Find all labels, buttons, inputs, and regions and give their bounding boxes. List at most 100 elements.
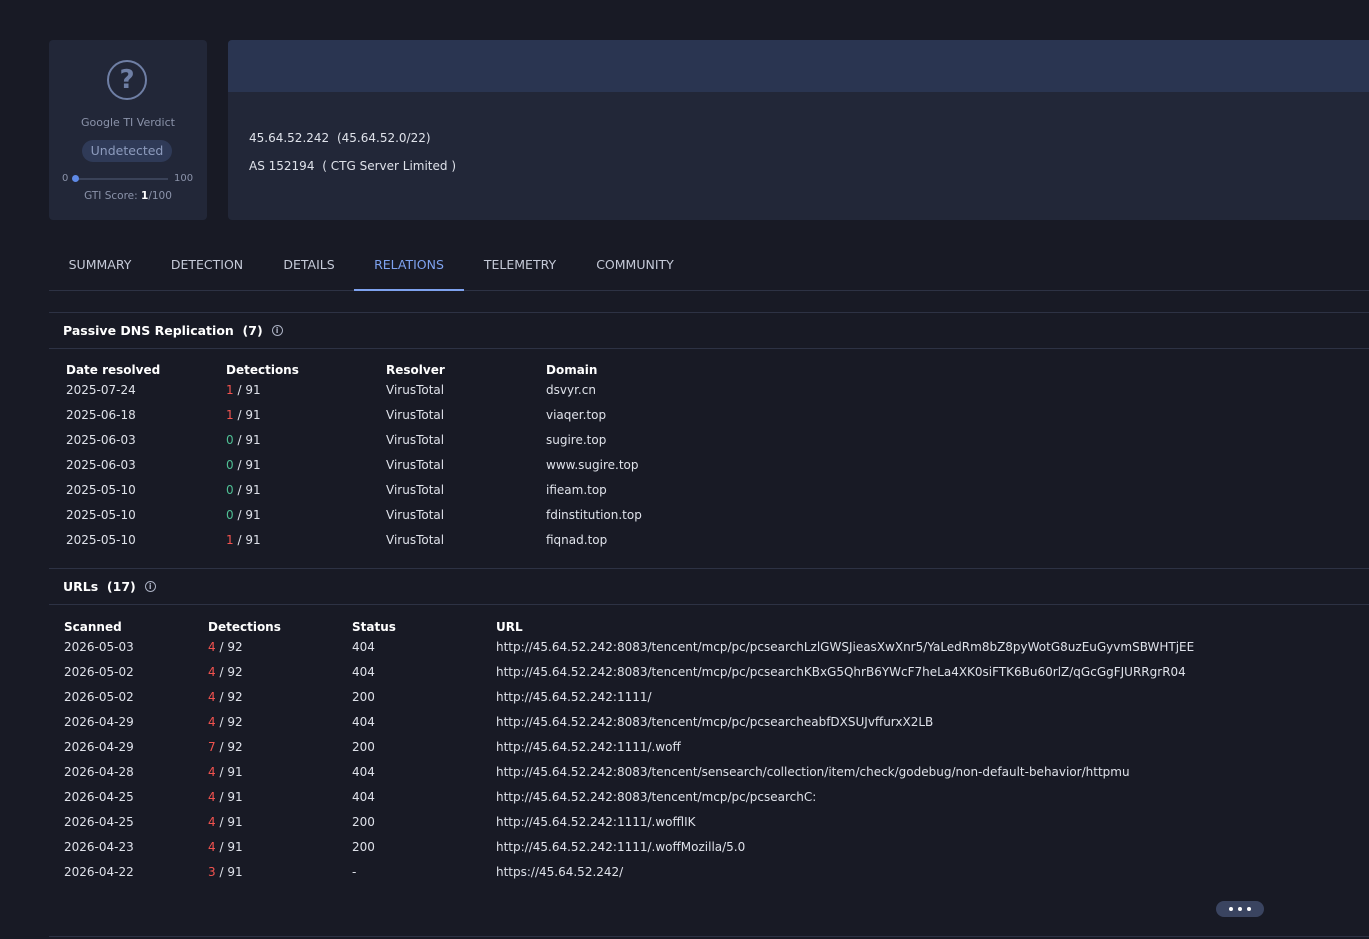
status-code: 200 xyxy=(352,739,375,754)
url-link[interactable]: http://45.64.52.242:8083/tencent/mcp/pc/… xyxy=(496,634,1264,659)
detections: 0 / 91 xyxy=(226,427,386,452)
domain-link[interactable]: ifieam.top xyxy=(546,477,766,502)
detections: 0 / 91 xyxy=(226,502,386,527)
url-link[interactable]: http://45.64.52.242:8083/tencent/sensear… xyxy=(496,759,1264,784)
more-dots-icon[interactable] xyxy=(1216,901,1264,917)
url-link[interactable]: http://45.64.52.242:1111/.woffMozilla/5.… xyxy=(496,834,1264,859)
date-resolved: 2025-05-10 xyxy=(66,532,136,547)
detections: 4 / 91 xyxy=(208,834,352,859)
domain-link[interactable]: fdinstitution.top xyxy=(546,502,766,527)
date-resolved: 2025-07-24 xyxy=(66,382,136,397)
col-scanned[interactable]: Scanned xyxy=(64,614,208,634)
url-link[interactable]: http://45.64.52.242:8083/tencent/mcp/pc/… xyxy=(496,709,1264,734)
tab-detection[interactable]: DETECTION xyxy=(161,240,253,290)
domain-link[interactable]: fiqnad.top xyxy=(546,527,766,552)
resolver: VirusTotal xyxy=(386,457,445,472)
table-row[interactable]: 2025-05-10 1 / 91 VirusTotal fiqnad.top xyxy=(66,527,766,552)
passive-dns-title: Passive DNS Replication (7) i xyxy=(63,323,283,338)
detections: 3 / 91 xyxy=(208,859,352,884)
detection-total: / 91 xyxy=(215,764,243,779)
detections: 4 / 92 xyxy=(208,684,352,709)
status-code: 404 xyxy=(352,764,375,779)
col-domain[interactable]: Domain xyxy=(546,357,766,377)
section-divider xyxy=(49,936,1369,937)
table-row[interactable]: 2026-05-03 4 / 92 404 http://45.64.52.242:8… xyxy=(64,634,1264,659)
table-row[interactable]: 2026-04-25 4 / 91 200 http://45.64.52.242:1… xyxy=(64,809,1264,834)
table-row[interactable]: 2026-04-23 4 / 91 200 http://45.64.52.242:1… xyxy=(64,834,1264,859)
resolver: VirusTotal xyxy=(386,507,445,522)
question-circle-icon: ? xyxy=(107,60,147,100)
detections: 4 / 92 xyxy=(208,634,352,659)
detection-count: 4 xyxy=(208,839,216,854)
col-resolver[interactable]: Resolver xyxy=(386,357,546,377)
detections: 4 / 91 xyxy=(208,759,352,784)
detection-count: 4 xyxy=(208,789,216,804)
tab-relations[interactable]: RELATIONS xyxy=(354,240,464,291)
verdict-label: Google TI Verdict xyxy=(81,116,175,129)
tab-summary[interactable]: SUMMARY xyxy=(49,240,151,290)
url-link[interactable]: http://45.64.52.242:8083/tencent/mcp/pc/… xyxy=(496,659,1264,684)
url-link[interactable]: http://45.64.52.242:1111/.woff xyxy=(496,734,1264,759)
detection-total: / 91 xyxy=(215,814,243,829)
table-row[interactable]: 2026-04-25 4 / 91 404 http://45.64.52.242:8… xyxy=(64,784,1264,809)
url-link[interactable]: http://45.64.52.242:8083/tencent/mcp/pc/… xyxy=(496,784,1264,809)
detection-total: / 91 xyxy=(233,432,261,447)
score-slider xyxy=(71,175,168,182)
url-link[interactable]: http://45.64.52.242:1111/ xyxy=(496,684,1264,709)
table-row[interactable]: 2026-05-02 4 / 92 404 http://45.64.52.242:8… xyxy=(64,659,1264,684)
domain-link[interactable]: viaqer.top xyxy=(546,402,766,427)
date-resolved: 2025-06-03 xyxy=(66,457,136,472)
table-row[interactable]: 2026-04-28 4 / 91 404 http://45.64.52.242:8… xyxy=(64,759,1264,784)
table-row[interactable]: 2026-04-29 4 / 92 404 http://45.64.52.242:8… xyxy=(64,709,1264,734)
passive-dns-title-text: Passive DNS Replication xyxy=(63,323,234,338)
scanned-date: 2026-05-03 xyxy=(64,639,134,654)
col-detections[interactable]: Detections xyxy=(226,357,386,377)
detection-count: 0 xyxy=(226,457,234,472)
detections: 4 / 91 xyxy=(208,809,352,834)
scanned-date: 2026-04-29 xyxy=(64,739,134,754)
col-date-resolved[interactable]: Date resolved xyxy=(66,357,226,377)
date-resolved: 2025-06-03 xyxy=(66,432,136,447)
section-divider xyxy=(49,312,1369,313)
table-row[interactable]: 2025-05-10 0 / 91 VirusTotal ifieam.top xyxy=(66,477,766,502)
gti-score: GTI Score: 1/100 xyxy=(49,190,207,202)
table-row[interactable]: 2026-05-02 4 / 92 200 http://45.64.52.242:1… xyxy=(64,684,1264,709)
info-icon[interactable]: i xyxy=(144,581,156,592)
table-row[interactable]: 2026-04-29 7 / 92 200 http://45.64.52.242:1… xyxy=(64,734,1264,759)
section-divider xyxy=(49,348,1369,349)
scanned-date: 2026-04-23 xyxy=(64,839,134,854)
detection-count: 3 xyxy=(208,864,216,879)
detection-total: / 92 xyxy=(215,639,243,654)
detection-total: / 92 xyxy=(215,664,243,679)
table-row[interactable]: 2025-07-24 1 / 91 VirusTotal dsvyr.cn xyxy=(66,377,766,402)
status-code: 404 xyxy=(352,714,375,729)
urls-title-text: URLs xyxy=(63,579,99,594)
table-row[interactable]: 2025-06-03 0 / 91 VirusTotal sugire.top xyxy=(66,427,766,452)
domain-link[interactable]: dsvyr.cn xyxy=(546,377,766,402)
url-link[interactable]: https://45.64.52.242/ xyxy=(496,859,1264,884)
table-row[interactable]: 2025-05-10 0 / 91 VirusTotal fdinstitution.… xyxy=(66,502,766,527)
detection-count: 7 xyxy=(208,739,216,754)
table-row[interactable]: 2025-06-03 0 / 91 VirusTotal www.sugire.top xyxy=(66,452,766,477)
table-row[interactable]: 2025-06-18 1 / 91 VirusTotal viaqer.top xyxy=(66,402,766,427)
table-row[interactable]: 2026-04-22 3 / 91- https://45.64.52.242/ xyxy=(64,859,1264,884)
passive-dns-count: (7) xyxy=(242,323,263,338)
col-status[interactable]: Status xyxy=(352,614,496,634)
detection-total: / 91 xyxy=(233,532,261,547)
urls-table: Scanned Detections Status URL 2026-05-03… xyxy=(64,614,1264,884)
tab-telemetry[interactable]: TELEMETRY xyxy=(474,240,566,290)
info-icon[interactable]: i xyxy=(271,325,283,336)
verdict-card: ? Google TI Verdict Undetected 0 100 GTI… xyxy=(49,40,207,220)
status-code: 404 xyxy=(352,639,375,654)
date-resolved: 2025-05-10 xyxy=(66,482,136,497)
tab-details[interactable]: DETAILS xyxy=(271,240,347,290)
col-detections[interactable]: Detections xyxy=(208,614,352,634)
domain-link[interactable]: www.sugire.top xyxy=(546,452,766,477)
url-link[interactable]: http://45.64.52.242:1111/.wofflIK xyxy=(496,809,1264,834)
col-url[interactable]: URL xyxy=(496,614,1264,634)
detections: 4 / 92 xyxy=(208,709,352,734)
detection-count: 4 xyxy=(208,639,216,654)
scanned-date: 2026-05-02 xyxy=(64,689,134,704)
tab-community[interactable]: COMMUNITY xyxy=(586,240,684,290)
domain-link[interactable]: sugire.top xyxy=(546,427,766,452)
